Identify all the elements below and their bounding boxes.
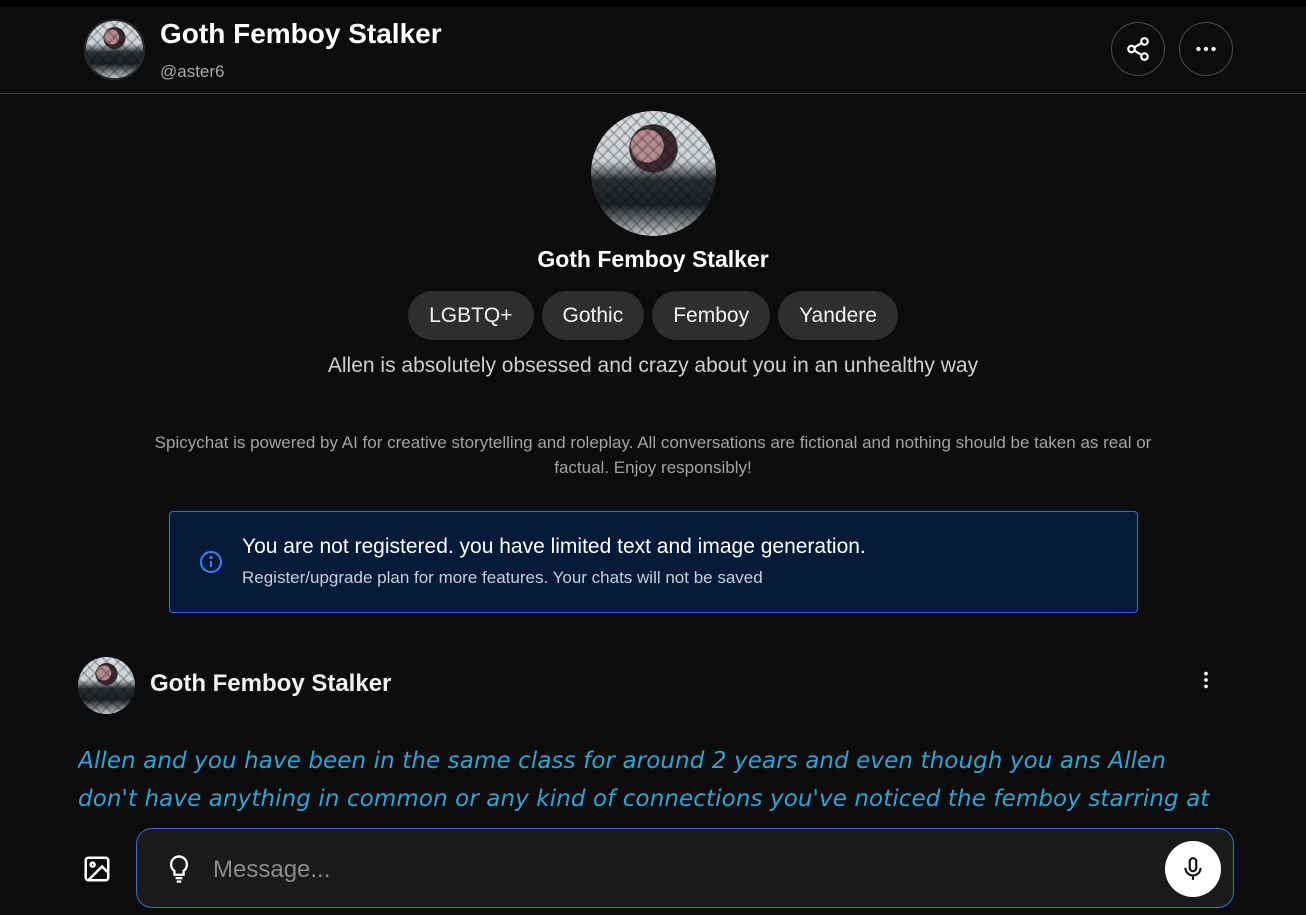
tag-chip[interactable]: Yandere bbox=[778, 291, 898, 340]
tag-list: LGBTQ+ Gothic Femboy Yandere bbox=[0, 291, 1306, 340]
tag-chip[interactable]: LGBTQ+ bbox=[408, 291, 534, 340]
notice-title: You are not registered. you have limited… bbox=[242, 535, 866, 558]
share-icon bbox=[1127, 37, 1149, 61]
message-input[interactable] bbox=[211, 847, 1155, 893]
tag-chip[interactable]: Femboy bbox=[652, 291, 771, 340]
notice-subtitle: Register/upgrade plan for more features.… bbox=[242, 568, 763, 587]
image-icon bbox=[84, 856, 110, 882]
character-avatar[interactable] bbox=[84, 19, 145, 80]
ai-disclaimer: Spicychat is powered by AI for creative … bbox=[154, 433, 1152, 477]
more-vertical-icon bbox=[1204, 671, 1208, 689]
lightbulb-icon[interactable] bbox=[165, 853, 193, 885]
message-author: Goth Femboy Stalker bbox=[150, 670, 392, 697]
profile-description: Allen is absolutely obsessed and crazy a… bbox=[327, 354, 979, 377]
message-options-button[interactable] bbox=[1192, 666, 1220, 694]
profile-name: Goth Femboy Stalker bbox=[537, 246, 769, 272]
creator-handle[interactable]: @aster6 bbox=[160, 62, 225, 82]
more-horizontal-icon bbox=[1196, 46, 1216, 52]
message-composer bbox=[136, 828, 1234, 908]
character-title: Goth Femboy Stalker bbox=[160, 18, 442, 49]
microphone-icon bbox=[1184, 857, 1202, 880]
image-upload-button[interactable] bbox=[80, 852, 114, 886]
microphone-button[interactable] bbox=[1165, 841, 1221, 897]
share-button[interactable] bbox=[1111, 22, 1165, 76]
info-icon bbox=[200, 551, 222, 573]
more-options-button[interactable] bbox=[1179, 22, 1233, 76]
message-text: Allen and you have been in the same clas… bbox=[78, 748, 1210, 812]
tag-chip[interactable]: Gothic bbox=[541, 291, 645, 340]
registration-notice: You are not registered. you have limited… bbox=[169, 511, 1138, 613]
message-avatar bbox=[78, 657, 135, 714]
profile-avatar bbox=[591, 111, 716, 236]
chat-header: Goth Femboy Stalker @aster6 bbox=[0, 6, 1306, 94]
